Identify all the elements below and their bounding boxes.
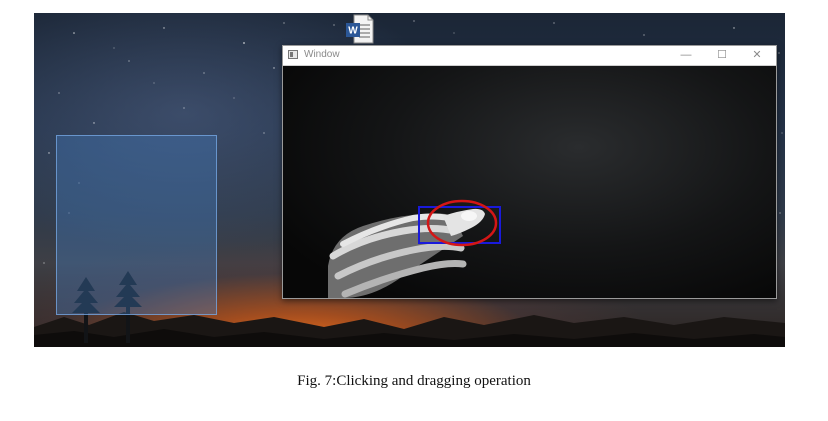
minimize-button[interactable]: — <box>671 47 701 64</box>
word-document-icon[interactable]: W <box>346 14 374 44</box>
camera-frame <box>328 199 501 298</box>
app-window[interactable]: Window — ☐ ✕ <box>282 45 777 299</box>
camera-feed <box>283 66 776 298</box>
window-title: Window <box>304 49 340 60</box>
svg-text:W: W <box>348 26 358 37</box>
hand-image <box>328 208 485 298</box>
drag-selection-rectangle <box>56 135 217 315</box>
figure-caption: Fig. 7:Clicking and dragging operation <box>297 373 531 389</box>
window-app-icon <box>288 50 298 59</box>
close-button[interactable]: ✕ <box>742 47 772 64</box>
window-titlebar[interactable]: Window — ☐ ✕ <box>283 46 776 66</box>
maximize-button[interactable]: ☐ <box>707 47 737 64</box>
